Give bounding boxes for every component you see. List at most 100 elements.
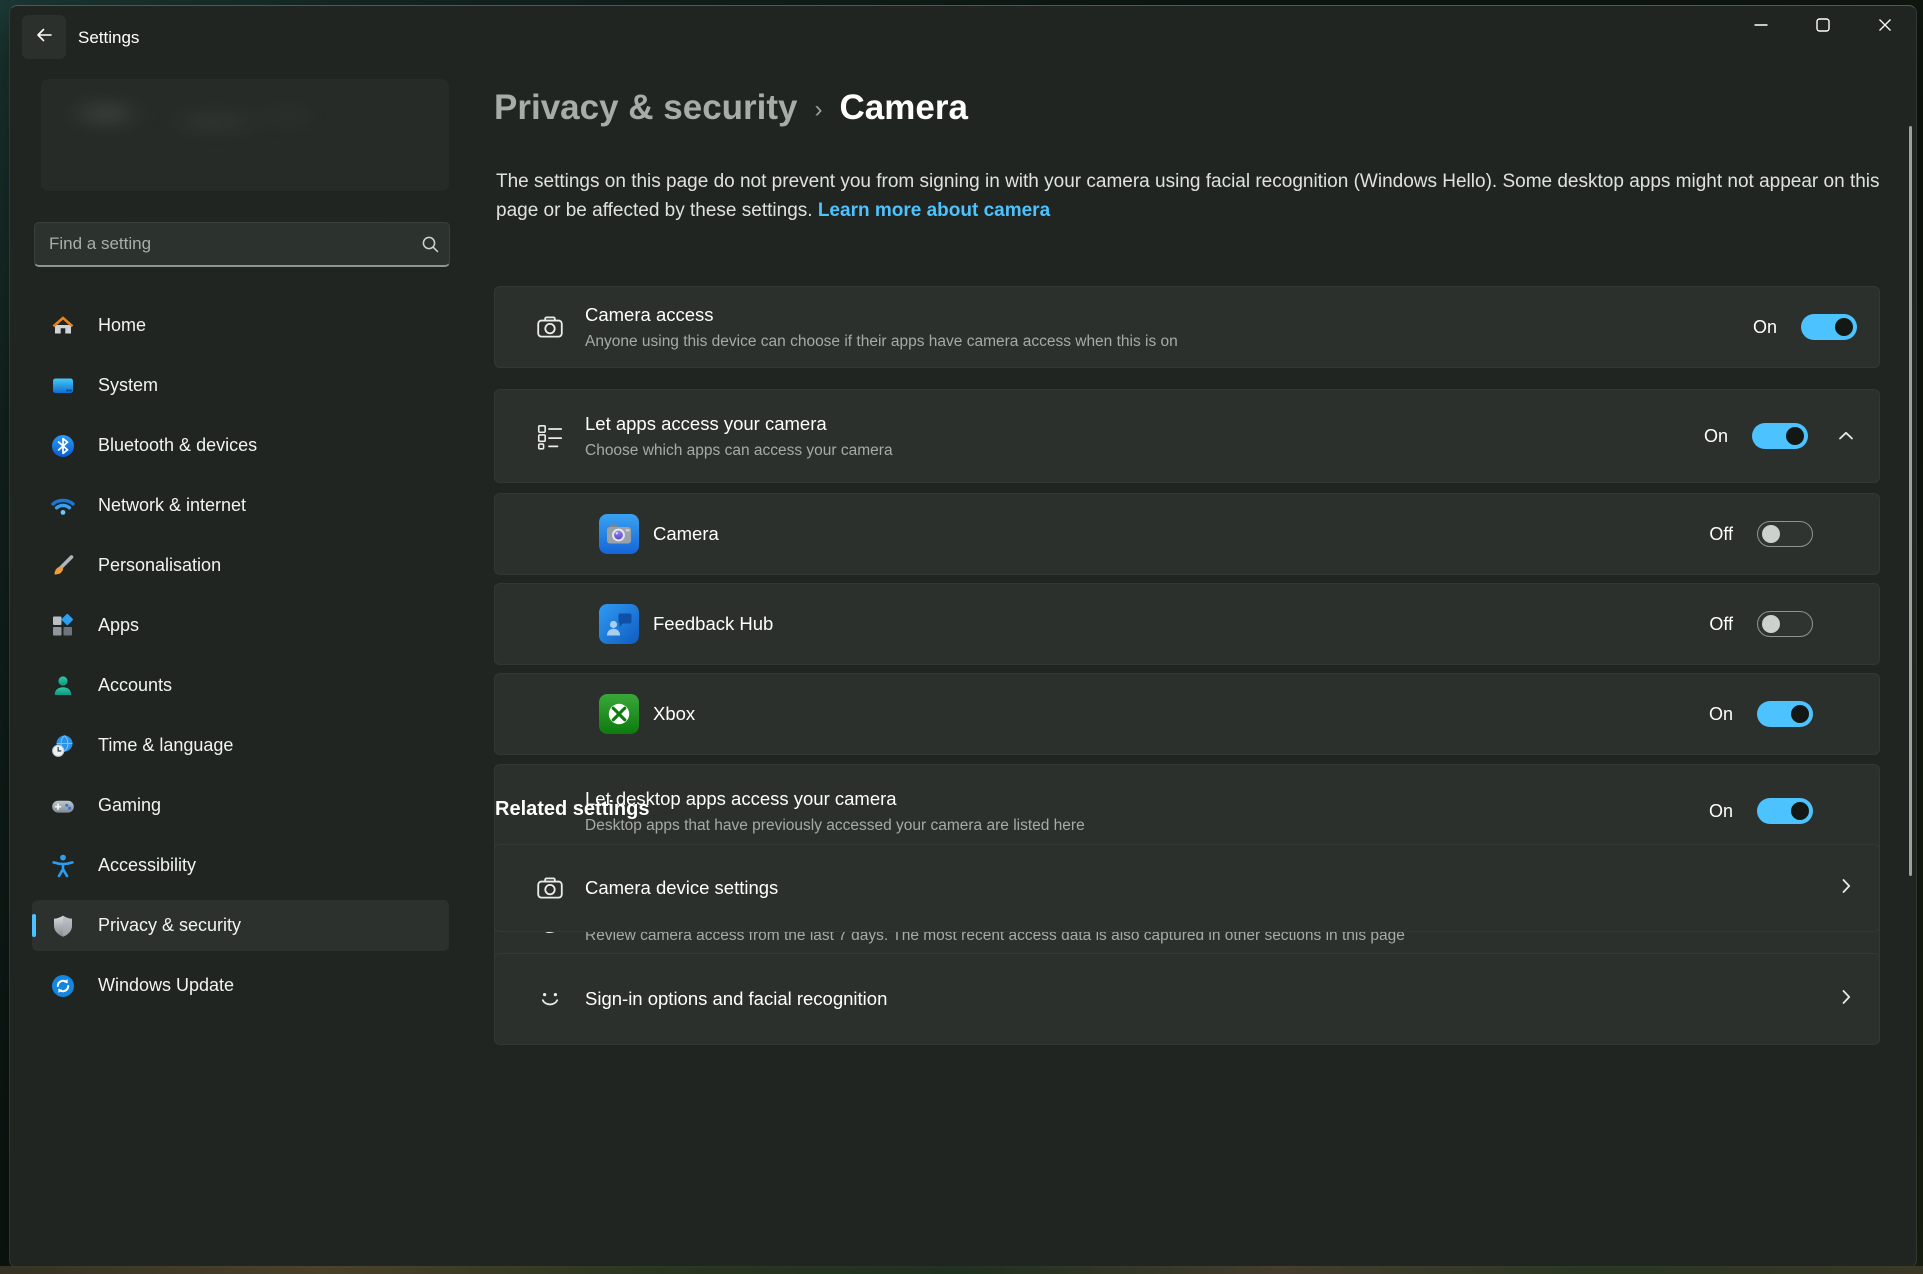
window-controls — [1730, 6, 1916, 48]
camera-access-toggle[interactable] — [1801, 314, 1857, 340]
sidebar-item-label: Accounts — [98, 675, 172, 696]
chevron-up-icon[interactable] — [1835, 425, 1857, 447]
sidebar-item-label: Apps — [98, 615, 139, 636]
close-button[interactable] — [1854, 6, 1916, 48]
xbox-toggle[interactable] — [1757, 701, 1813, 727]
toggle-state-label: On — [1753, 317, 1777, 338]
sidebar-item-label: System — [98, 375, 158, 396]
let-apps-toggle[interactable] — [1752, 423, 1808, 449]
sidebar-item-gaming[interactable]: Gaming — [32, 780, 449, 831]
sidebar-item-bluetooth[interactable]: Bluetooth & devices — [32, 420, 449, 471]
card-title: Let desktop apps access your camera — [585, 788, 1085, 810]
toggle-knob — [1791, 802, 1809, 820]
sidebar-item-windows-update[interactable]: Windows Update — [32, 960, 449, 1011]
sidebar-item-label: Privacy & security — [98, 915, 241, 936]
search-icon[interactable] — [411, 235, 449, 254]
toggle-knob — [1791, 705, 1809, 723]
toggle-state-label: Off — [1709, 614, 1733, 635]
gaming-icon — [50, 793, 76, 819]
let-desktop-apps-toggle[interactable] — [1757, 798, 1813, 824]
camera-access-card: Camera access Anyone using this device c… — [494, 286, 1880, 368]
desktop-wallpaper-edge — [0, 1266, 1923, 1274]
search-box — [34, 222, 450, 267]
xbox-app-icon — [599, 694, 639, 734]
toggle-state-label: On — [1709, 801, 1733, 822]
learn-more-link[interactable]: Learn more about camera — [818, 200, 1050, 221]
apps-list-icon — [535, 421, 565, 451]
main-content: Privacy & security › Camera The settings… — [494, 62, 1880, 1268]
card-subtitle: Desktop apps that have previously access… — [585, 817, 1085, 835]
maximize-icon — [1815, 17, 1831, 38]
app-name: Xbox — [653, 703, 695, 725]
sidebar-item-privacy-security[interactable]: Privacy & security — [32, 900, 449, 951]
toggle-state-label: Off — [1709, 524, 1733, 545]
account-card-blurred[interactable] — [41, 79, 449, 191]
account-info-blur — [59, 93, 319, 145]
breadcrumb-parent[interactable]: Privacy & security — [494, 88, 798, 128]
let-apps-expander-header[interactable]: Let apps access your camera Choose which… — [494, 389, 1880, 483]
camera-app-toggle[interactable] — [1757, 521, 1813, 547]
camera-device-settings-link[interactable]: Camera device settings — [494, 844, 1880, 932]
related-settings-heading: Related settings — [495, 798, 649, 821]
bluetooth-icon — [50, 433, 76, 459]
system-icon — [50, 373, 76, 399]
time-language-icon — [50, 733, 76, 759]
app-row-camera: Camera Off — [494, 493, 1880, 575]
sidebar-item-accessibility[interactable]: Accessibility — [32, 840, 449, 891]
chevron-right-icon — [1835, 986, 1857, 1013]
breadcrumb: Privacy & security › Camera — [494, 88, 968, 128]
feedback-hub-toggle[interactable] — [1757, 611, 1813, 637]
sidebar-item-label: Home — [98, 315, 146, 336]
back-button[interactable] — [22, 15, 66, 59]
related-settings: Camera device settings Sign-in options a… — [494, 844, 1880, 1045]
settings-window: Settings — [9, 5, 1917, 1268]
sidebar-item-system[interactable]: System — [32, 360, 449, 411]
maximize-button[interactable] — [1792, 6, 1854, 48]
app-row-feedback-hub: Feedback Hub Off — [494, 583, 1880, 665]
sidebar-item-apps[interactable]: Apps — [32, 600, 449, 651]
apps-icon — [50, 613, 76, 639]
back-arrow-icon — [34, 25, 54, 50]
sidebar-item-home[interactable]: Home — [32, 300, 449, 351]
toggle-state-label: On — [1709, 704, 1733, 725]
page-description-text: The settings on this page do not prevent… — [496, 171, 1880, 221]
app-name: Camera — [653, 523, 719, 545]
feedback-hub-app-icon — [599, 604, 639, 644]
accounts-icon — [50, 673, 76, 699]
face-smile-icon — [535, 985, 565, 1013]
card-subtitle: Anyone using this device can choose if t… — [585, 333, 1178, 351]
card-title: Camera access — [585, 304, 1178, 326]
vertical-scrollbar[interactable] — [1909, 126, 1912, 876]
toggle-knob — [1762, 525, 1780, 543]
app-title: Settings — [78, 28, 139, 48]
sidebar-item-label: Gaming — [98, 795, 161, 816]
sidebar-item-label: Personalisation — [98, 555, 221, 576]
sidebar: Home System Bluetooth & devices Network … — [10, 62, 486, 1267]
sidebar-item-label: Accessibility — [98, 855, 196, 876]
sidebar-item-accounts[interactable]: Accounts — [32, 660, 449, 711]
sidebar-item-time-language[interactable]: Time & language — [32, 720, 449, 771]
search-input[interactable] — [35, 234, 411, 254]
toggle-knob — [1835, 318, 1853, 336]
sidebar-item-label: Windows Update — [98, 975, 234, 996]
titlebar: Settings — [10, 6, 1916, 62]
minimize-button[interactable] — [1730, 6, 1792, 48]
camera-outline-icon — [535, 312, 565, 342]
personalisation-icon — [50, 553, 76, 579]
toggle-knob — [1762, 615, 1780, 633]
windows-update-icon — [50, 973, 76, 999]
camera-app-icon — [599, 514, 639, 554]
sidebar-nav: Home System Bluetooth & devices Network … — [32, 300, 449, 1020]
sidebar-item-label: Time & language — [98, 735, 233, 756]
app-row-xbox: Xbox On — [494, 673, 1880, 755]
sidebar-item-label: Bluetooth & devices — [98, 435, 257, 456]
sidebar-item-label: Network & internet — [98, 495, 246, 516]
minimize-icon — [1753, 17, 1769, 38]
sign-in-options-link[interactable]: Sign-in options and facial recognition — [494, 953, 1880, 1045]
network-icon — [50, 493, 76, 519]
sidebar-item-personalisation[interactable]: Personalisation — [32, 540, 449, 591]
page-description: The settings on this page do not prevent… — [496, 168, 1880, 225]
breadcrumb-separator-icon: › — [815, 96, 823, 124]
sidebar-item-network[interactable]: Network & internet — [32, 480, 449, 531]
toggle-state-label: On — [1704, 426, 1728, 447]
